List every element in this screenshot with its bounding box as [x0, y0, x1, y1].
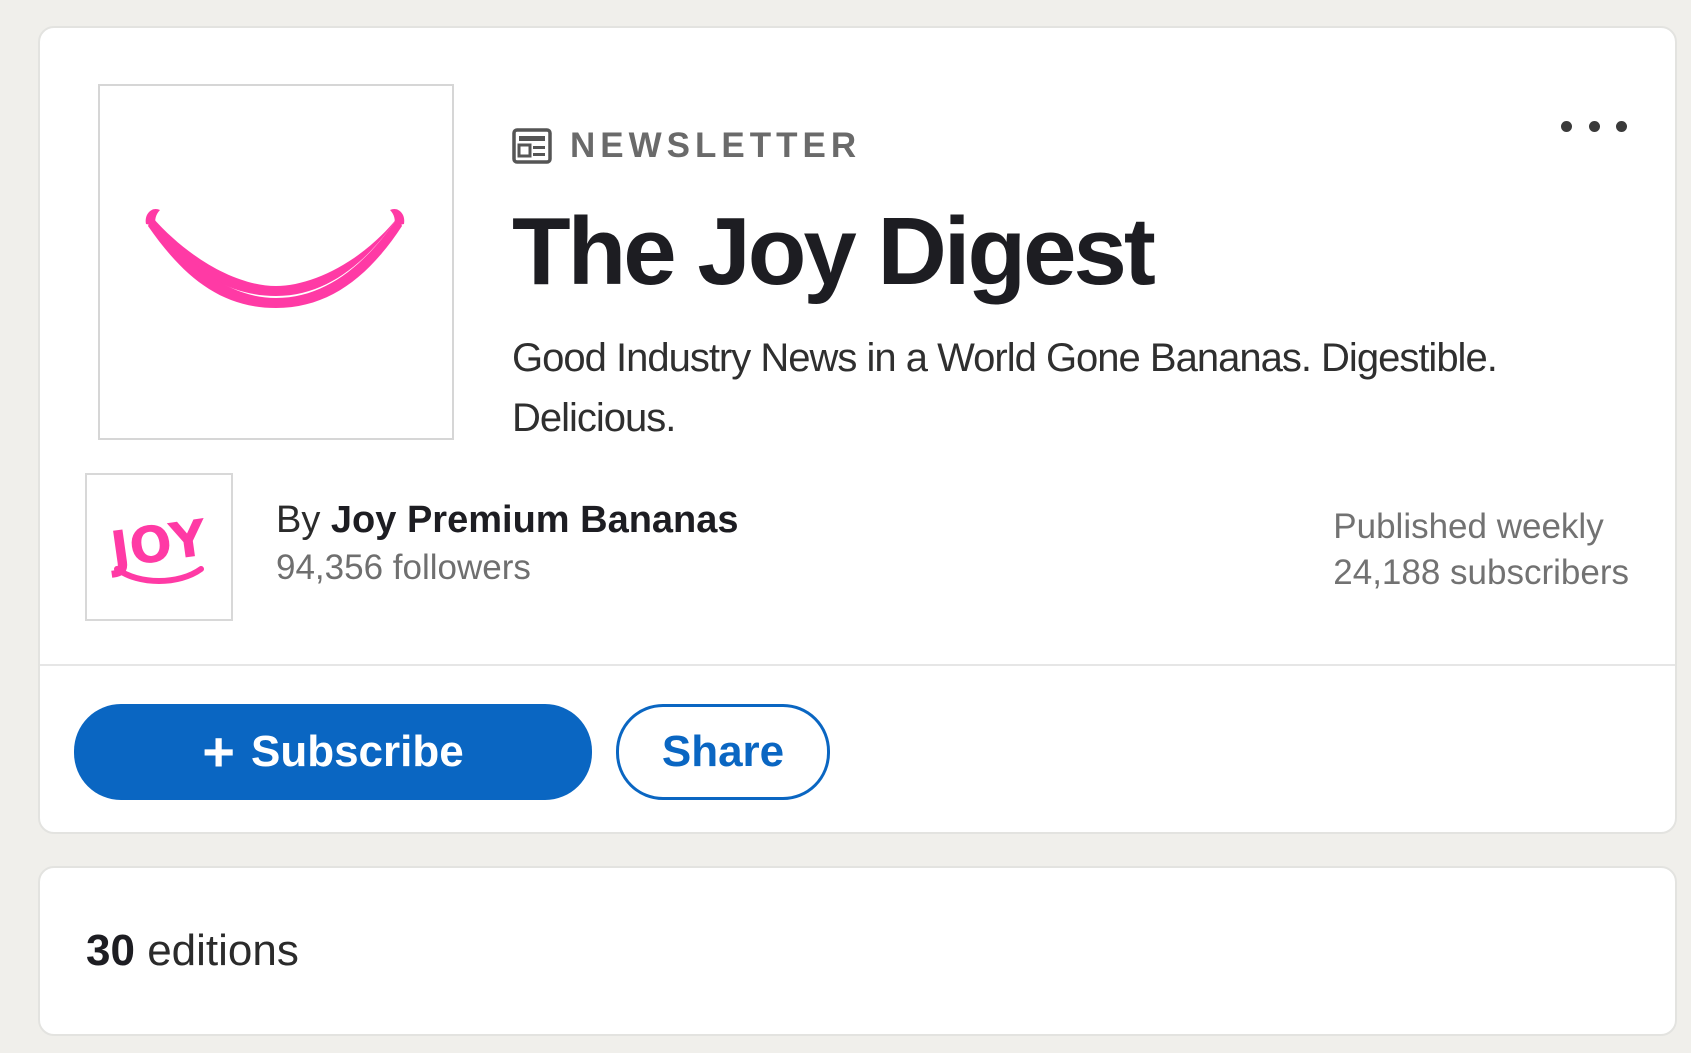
subscribe-button-label: Subscribe [250, 727, 464, 776]
author-logo[interactable]: JOY [85, 473, 233, 621]
share-button-label: Share [661, 727, 785, 776]
more-options-icon[interactable] [1561, 108, 1627, 144]
publish-frequency: Published weekly [1333, 507, 1604, 546]
newsletter-description: Good Industry News in a World Gone Banan… [512, 336, 1498, 440]
author-followers-count: 94,356 followers [276, 548, 531, 587]
newsletter-card: NEWSLETTER The Joy Digest Good Industry … [38, 26, 1677, 834]
more-dot [1561, 120, 1572, 132]
more-dot [1588, 120, 1600, 132]
byline-prefix: By [276, 499, 321, 541]
divider [40, 664, 1675, 666]
share-button[interactable]: Share [616, 704, 830, 800]
newsletter-icon [512, 128, 552, 164]
editions-card: 30 editions [38, 866, 1677, 1036]
plus-icon: + [202, 720, 235, 783]
editions-number: 30 [86, 926, 135, 975]
joy-logo-icon: JOY [104, 509, 211, 584]
editions-label: editions [147, 926, 299, 975]
publication-info: Published weekly 24,188 subscribers [1333, 504, 1629, 596]
author-name-link[interactable]: Joy Premium Bananas [331, 499, 739, 541]
smile-icon [145, 208, 405, 308]
page-title: The Joy Digest [512, 198, 1156, 305]
newsletter-cover-image [98, 84, 454, 440]
newsletter-kicker: NEWSLETTER [512, 120, 1512, 172]
editions-count: 30 editions [86, 926, 299, 976]
subscriber-count: 24,188 subscribers [1333, 553, 1629, 592]
subscribe-button[interactable]: + Subscribe [74, 704, 592, 800]
newsletter-header: NEWSLETTER The Joy Digest Good Industry … [512, 120, 1512, 448]
author-info: By Joy Premium Bananas 94,356 followers [276, 496, 739, 592]
author-byline: By Joy Premium Bananas [276, 496, 739, 544]
newsletter-kicker-label: NEWSLETTER [570, 126, 862, 165]
more-dot [1616, 120, 1627, 132]
